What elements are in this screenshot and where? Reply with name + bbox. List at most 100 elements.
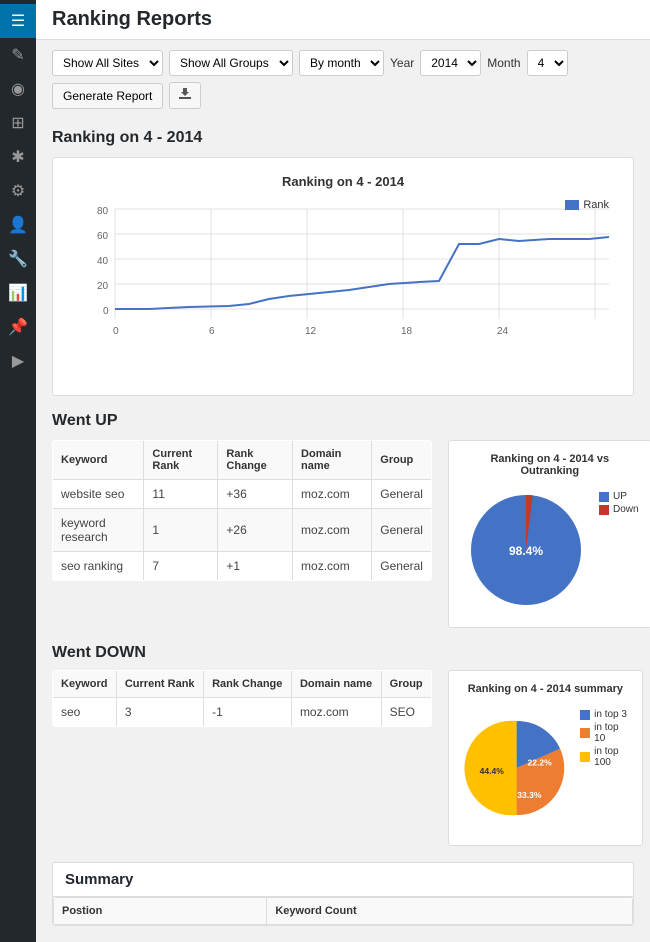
line-chart: Rank 80 60 40 20 0 0 6 12 18 24 bbox=[69, 199, 617, 379]
summary-col-position: Postion bbox=[54, 898, 267, 925]
cell-domain: moz.com bbox=[293, 552, 372, 581]
col-group: Group bbox=[372, 441, 432, 480]
went-up-pie-svg: 98.4% bbox=[461, 485, 591, 615]
toolbar: Show All Sites Show All Groups By month … bbox=[36, 40, 650, 119]
svg-text:44.4%: 44.4% bbox=[480, 766, 505, 776]
went-up-legend: UP Down bbox=[599, 491, 639, 515]
generate-report-button[interactable]: Generate Report bbox=[52, 83, 163, 109]
sidebar-icon-pin[interactable]: 📌 bbox=[0, 310, 36, 344]
legend-up: UP bbox=[599, 491, 639, 502]
went-up-chart-section: Ranking on 4 - 2014 vs Outranking 98.4% bbox=[448, 440, 650, 628]
legend-top10: in top 10 bbox=[580, 722, 630, 744]
col-rank-change-down: Rank Change bbox=[204, 671, 292, 698]
went-down-legend: in top 3 in top 10 in top 100 bbox=[580, 709, 630, 768]
went-down-chart-section: Ranking on 4 - 2014 summary 22.2% bbox=[448, 670, 643, 846]
cell-group: SEO bbox=[381, 698, 431, 727]
went-up-table: Keyword Current Rank Rank Change Domain … bbox=[52, 440, 432, 581]
sidebar-icon-user[interactable]: 👤 bbox=[0, 208, 36, 242]
cell-rank-change: -1 bbox=[204, 698, 292, 727]
content-area: Ranking on 4 - 2014 Ranking on 4 - 2014 … bbox=[36, 129, 650, 942]
table-row: website seo 11 +36 moz.com General bbox=[53, 480, 432, 509]
legend-top3: in top 3 bbox=[580, 709, 630, 720]
legend-top100: in top 100 bbox=[580, 746, 630, 768]
cell-keyword: website seo bbox=[53, 480, 144, 509]
year-label: Year bbox=[390, 56, 414, 70]
svg-text:0: 0 bbox=[113, 326, 119, 337]
went-up-chart-title: Ranking on 4 - 2014 vs Outranking bbox=[461, 453, 639, 477]
rank-legend-label: Rank bbox=[583, 199, 609, 211]
went-up-title: Went UP bbox=[52, 412, 634, 430]
legend-down-label: Down bbox=[613, 504, 639, 515]
went-up-table-section: Keyword Current Rank Rank Change Domain … bbox=[52, 440, 432, 628]
sidebar-icon-menu[interactable]: ☰ bbox=[0, 4, 36, 38]
col-rank-change: Rank Change bbox=[218, 441, 293, 480]
sidebar-icon-grid[interactable]: ⊞ bbox=[0, 106, 36, 140]
went-down-title: Went DOWN bbox=[52, 644, 634, 662]
cell-current-rank: 1 bbox=[144, 509, 218, 552]
show-all-sites-select[interactable]: Show All Sites bbox=[52, 50, 163, 76]
cell-rank-change: +26 bbox=[218, 509, 293, 552]
month-label: Month bbox=[487, 56, 520, 70]
page-title: Ranking Reports bbox=[52, 8, 634, 31]
show-all-groups-select[interactable]: Show All Groups bbox=[169, 50, 293, 76]
went-down-table: Keyword Current Rank Rank Change Domain … bbox=[52, 670, 432, 727]
cell-domain: moz.com bbox=[293, 480, 372, 509]
svg-text:22.2%: 22.2% bbox=[528, 757, 553, 767]
cell-domain: moz.com bbox=[291, 698, 381, 727]
went-down-chart-title: Ranking on 4 - 2014 summary bbox=[468, 683, 623, 695]
svg-text:24: 24 bbox=[497, 326, 509, 337]
sidebar-icon-chart[interactable]: 📊 bbox=[0, 276, 36, 310]
summary-col-keyword-count: Keyword Count bbox=[267, 898, 633, 925]
svg-text:80: 80 bbox=[97, 206, 109, 217]
cell-current-rank: 7 bbox=[144, 552, 218, 581]
by-month-select[interactable]: By month bbox=[299, 50, 384, 76]
col-domain: Domain name bbox=[293, 441, 372, 480]
table-row: seo ranking 7 +1 moz.com General bbox=[53, 552, 432, 581]
legend-down: Down bbox=[599, 504, 639, 515]
svg-text:33.3%: 33.3% bbox=[517, 790, 542, 800]
download-button[interactable] bbox=[169, 82, 201, 109]
ranking-section-title: Ranking on 4 - 2014 bbox=[52, 129, 634, 147]
legend-top3-label: in top 3 bbox=[594, 709, 627, 720]
summary-table: Postion Keyword Count bbox=[53, 897, 633, 925]
cell-domain: moz.com bbox=[293, 509, 372, 552]
sidebar-icon-arrow[interactable]: ▶ bbox=[0, 344, 36, 378]
sidebar-icon-edit[interactable]: ✎ bbox=[0, 38, 36, 72]
rank-legend-color bbox=[565, 200, 579, 210]
sidebar-icon-tools[interactable]: 🔧 bbox=[0, 242, 36, 276]
svg-text:98.4%: 98.4% bbox=[509, 544, 543, 558]
sidebar-icon-star2[interactable]: ✱ bbox=[0, 140, 36, 174]
line-chart-title: Ranking on 4 - 2014 bbox=[69, 174, 617, 189]
cell-rank-change: +1 bbox=[218, 552, 293, 581]
svg-text:6: 6 bbox=[209, 326, 215, 337]
legend-top10-color bbox=[580, 728, 590, 738]
main-content: Ranking Reports Show All Sites Show All … bbox=[36, 0, 650, 942]
cell-keyword: seo bbox=[53, 698, 117, 727]
legend-top10-label: in top 10 bbox=[594, 722, 630, 744]
svg-text:20: 20 bbox=[97, 281, 109, 292]
svg-text:18: 18 bbox=[401, 326, 413, 337]
summary-title: Summary bbox=[53, 863, 633, 897]
col-domain-down: Domain name bbox=[291, 671, 381, 698]
legend-up-label: UP bbox=[613, 491, 627, 502]
cell-group: General bbox=[372, 552, 432, 581]
summary-section: Summary Postion Keyword Count bbox=[52, 862, 634, 926]
svg-text:0: 0 bbox=[103, 306, 109, 317]
line-chart-container: Ranking on 4 - 2014 Rank 80 60 40 20 0 0 bbox=[52, 157, 634, 396]
year-select[interactable]: 2014 bbox=[420, 50, 481, 76]
sidebar-icon-circle[interactable]: ◉ bbox=[0, 72, 36, 106]
cell-group: General bbox=[372, 480, 432, 509]
cell-keyword: keyword research bbox=[53, 509, 144, 552]
legend-top100-label: in top 100 bbox=[594, 746, 630, 768]
sidebar-icon-gear[interactable]: ⚙ bbox=[0, 174, 36, 208]
col-current-rank: Current Rank bbox=[144, 441, 218, 480]
cell-rank-change: +36 bbox=[218, 480, 293, 509]
went-up-section: Keyword Current Rank Rank Change Domain … bbox=[52, 440, 634, 628]
legend-up-color bbox=[599, 492, 609, 502]
svg-text:12: 12 bbox=[305, 326, 317, 337]
cell-keyword: seo ranking bbox=[53, 552, 144, 581]
sidebar: ☰ ✎ ◉ ⊞ ✱ ⚙ 👤 🔧 📊 📌 ▶ bbox=[0, 0, 36, 942]
cell-current-rank: 11 bbox=[144, 480, 218, 509]
month-select[interactable]: 4 bbox=[527, 50, 568, 76]
went-down-table-section: Keyword Current Rank Rank Change Domain … bbox=[52, 670, 432, 846]
